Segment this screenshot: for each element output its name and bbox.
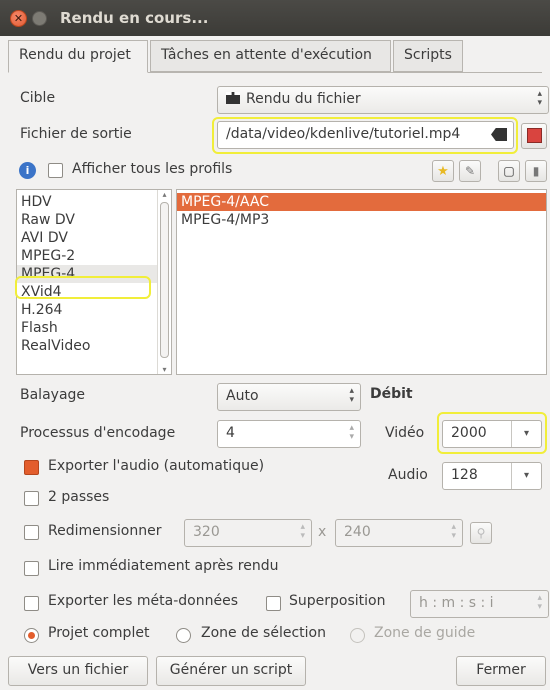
spin-arrows-icon: ▴ ▾ xyxy=(537,89,542,108)
audio-bitrate-combo[interactable]: 128 ▾ xyxy=(442,462,542,490)
play-after-label: Lire immédiatement après rendu xyxy=(48,558,279,574)
list-item[interactable]: RealVideo xyxy=(17,337,171,355)
scanning-label: Balayage xyxy=(20,387,86,403)
new-document-icon[interactable]: ▢ xyxy=(498,160,520,182)
info-icon[interactable]: i xyxy=(19,162,36,179)
save-icon xyxy=(526,128,542,143)
close-button[interactable]: Fermer xyxy=(456,656,546,686)
show-all-profiles-checkbox[interactable] xyxy=(48,163,63,178)
generate-script-button[interactable]: Générer un script xyxy=(156,656,306,686)
clapperboard-icon xyxy=(226,92,240,104)
video-bitrate-label: Vidéo xyxy=(385,425,425,441)
scanning-select[interactable]: Auto ▴ ▾ xyxy=(217,383,361,411)
list-item[interactable]: H.264 xyxy=(17,301,171,319)
export-audio-checkbox[interactable] xyxy=(24,460,39,475)
video-bitrate-value: 2000 xyxy=(451,425,487,441)
spin-arrows-icon: ▴ ▾ xyxy=(300,522,305,541)
full-project-label: Projet complet xyxy=(48,625,150,641)
resize-height-spinbox[interactable]: 240 ▴ ▾ xyxy=(335,519,463,547)
video-bitrate-combo[interactable]: 2000 ▾ xyxy=(442,420,542,448)
audio-bitrate-value: 128 xyxy=(451,467,478,483)
spin-arrows-icon: ▴ ▾ xyxy=(537,593,542,612)
edit-icon[interactable]: ✎ xyxy=(459,160,481,182)
spin-arrows-icon[interactable]: ▴ ▾ xyxy=(349,424,354,442)
output-path-input[interactable]: /data/video/kdenlive/tutoriel.mp4 xyxy=(217,121,514,149)
chevron-down-icon[interactable]: ▾ xyxy=(511,463,541,489)
browse-file-button[interactable] xyxy=(521,123,547,149)
show-all-profiles-label: Afficher tous les profils xyxy=(72,161,233,177)
output-path-value: /data/video/kdenlive/tutoriel.mp4 xyxy=(226,126,461,142)
bitrate-heading: Débit xyxy=(370,386,413,402)
minimize-icon[interactable] xyxy=(32,11,47,26)
export-metadata-label: Exporter les méta-données xyxy=(48,593,238,609)
tab-scripts[interactable]: Scripts xyxy=(393,40,463,72)
overlay-select[interactable]: h : m : s : i ▴ ▾ xyxy=(410,590,549,618)
list-item[interactable]: HDV xyxy=(17,193,171,211)
tab-label: Rendu du projet xyxy=(19,47,131,63)
guide-zone-radio[interactable] xyxy=(350,628,365,643)
resize-height-value: 240 xyxy=(344,524,371,540)
close-icon[interactable]: ✕ xyxy=(10,10,27,27)
list-item[interactable]: AVI DV xyxy=(17,229,171,247)
list-item-selected[interactable]: MPEG-4 xyxy=(17,265,171,283)
list-item-selected[interactable]: MPEG-4/AAC xyxy=(177,193,546,211)
spin-arrows-icon: ▴ ▾ xyxy=(451,522,456,541)
link-icon[interactable]: ⚲ xyxy=(470,522,492,544)
two-pass-label: 2 passes xyxy=(48,489,110,505)
threads-label: Processus d'encodage xyxy=(20,425,176,441)
full-project-radio[interactable] xyxy=(24,628,39,643)
export-metadata-checkbox[interactable] xyxy=(24,596,39,611)
resize-label: Redimensionner xyxy=(48,523,162,539)
render-to-file-button[interactable]: Vers un fichier xyxy=(8,656,148,686)
tab-label: Tâches en attente d'exécution xyxy=(161,47,372,63)
scanning-value: Auto xyxy=(226,388,259,404)
scroll-up-icon[interactable]: ▴ xyxy=(158,190,171,199)
format-list[interactable]: HDV Raw DV AVI DV MPEG-2 MPEG-4 XVid4 H.… xyxy=(16,189,172,375)
list-item[interactable]: Flash xyxy=(17,319,171,337)
clear-icon[interactable] xyxy=(491,128,507,141)
two-pass-checkbox[interactable] xyxy=(24,491,39,506)
resize-width-spinbox[interactable]: 320 ▴ ▾ xyxy=(184,519,312,547)
target-label: Cible xyxy=(20,90,56,106)
list-item[interactable]: MPEG-2 xyxy=(17,247,171,265)
selection-zone-label: Zone de sélection xyxy=(201,625,326,641)
output-label: Fichier de sortie xyxy=(20,126,132,142)
guide-zone-label: Zone de guide xyxy=(374,625,476,641)
scroll-thumb[interactable] xyxy=(160,202,169,358)
tab-label: Scripts xyxy=(404,47,452,63)
title-bar: ✕ Rendu en cours... xyxy=(0,0,550,36)
format-list-scrollbar[interactable]: ▴ ▾ xyxy=(157,190,171,374)
threads-value: 4 xyxy=(226,425,235,441)
resize-checkbox[interactable] xyxy=(24,525,39,540)
threads-spinbox[interactable]: 4 ▴ ▾ xyxy=(217,420,361,448)
delete-icon[interactable]: ▮ xyxy=(525,160,547,182)
resize-x-label: x xyxy=(318,524,327,540)
overlay-value: h : m : s : i xyxy=(419,595,494,611)
export-audio-label: Exporter l'audio (automatique) xyxy=(48,458,265,474)
target-select[interactable]: Rendu du fichier ▴ ▾ xyxy=(217,86,549,114)
tab-project-render[interactable]: Rendu du projet xyxy=(8,40,148,73)
selection-zone-radio[interactable] xyxy=(176,628,191,643)
overlay-checkbox[interactable] xyxy=(266,596,281,611)
list-item[interactable]: Raw DV xyxy=(17,211,171,229)
tab-pending-jobs[interactable]: Tâches en attente d'exécution xyxy=(150,40,391,72)
target-value: Rendu du fichier xyxy=(246,91,361,107)
list-item[interactable]: XVid4 xyxy=(17,283,171,301)
overlay-label: Superposition xyxy=(289,593,386,609)
window-title: Rendu en cours... xyxy=(60,9,209,27)
profile-list[interactable]: MPEG-4/AAC MPEG-4/MP3 xyxy=(176,189,547,375)
resize-width-value: 320 xyxy=(193,524,220,540)
chevron-down-icon[interactable]: ▾ xyxy=(511,421,541,447)
star-icon[interactable]: ★ xyxy=(432,160,454,182)
spin-arrows-icon: ▴ ▾ xyxy=(349,386,354,405)
audio-bitrate-label: Audio xyxy=(388,467,428,483)
list-item[interactable]: MPEG-4/MP3 xyxy=(177,211,546,229)
play-after-checkbox[interactable] xyxy=(24,561,39,576)
scroll-down-icon[interactable]: ▾ xyxy=(158,365,171,374)
